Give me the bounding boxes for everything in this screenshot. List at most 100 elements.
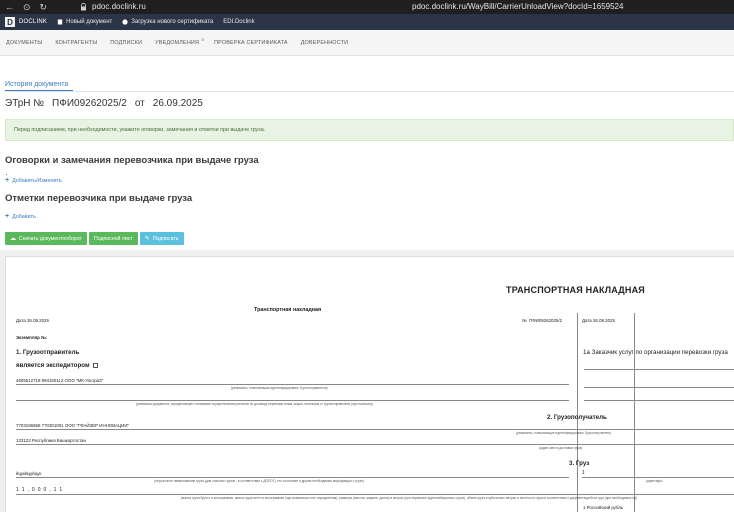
doc-cargo-name: йцукйцуйцук <box>16 471 42 476</box>
doc-line <box>584 369 734 370</box>
doc-caption-address: (адрес места доставки груза) <box>539 446 583 450</box>
doc-big-title: ТРАНСПОРТНАЯ НАКЛАДНАЯ <box>506 285 645 295</box>
menu-item-documents[interactable]: ДОКУМЕНТЫ <box>6 40 42 46</box>
doc-address: 123123 Республика Башкортостан <box>16 438 86 443</box>
doc-section-3-value: 1 <box>582 470 585 476</box>
menu-item-powers-of-attorney[interactable]: ДОВЕРЕННОСТИ <box>301 40 349 46</box>
sign-sheet-label: Подписной лист <box>93 235 133 242</box>
reload-icon[interactable]: ↻ <box>40 0 48 14</box>
doc-line <box>584 400 734 401</box>
doc-vertical-divider <box>577 313 578 512</box>
sign-label: Подписать <box>152 235 179 242</box>
doc-forwarder: является экспедитором <box>16 362 98 369</box>
plus-icon: + <box>5 177 10 184</box>
action-buttons: ☁ Скачать документооборот Подписной лист… <box>5 232 184 245</box>
doc-date-label: Дата <box>16 318 26 323</box>
doc-type: ЭТрН № <box>5 98 45 109</box>
doc-cargo-counts: 1 1 , 0 0 0 , 1 1 <box>16 487 63 493</box>
doc-date-right: Дата 26.09.2025 <box>582 318 615 323</box>
main-content: История документа ЭТрН № ПФИ09262025/2 о… <box>0 56 734 512</box>
app-name[interactable]: DOCLINK <box>19 19 47 25</box>
tab-history-underline <box>5 90 73 91</box>
doc-caption-consignee: (реквизиты, позволяющие идентифицировать… <box>516 431 611 435</box>
new-document-label: Новый документ <box>66 19 113 25</box>
edi-label: EDI.Doclink <box>223 19 255 25</box>
new-document-link[interactable]: Новый документ <box>57 19 112 25</box>
address-url[interactable]: pdoc.doclink.ru/WayBill/CarrierUnloadVie… <box>412 0 623 14</box>
doc-number-value: ПФИ09262025/2 <box>529 318 563 323</box>
doc-date: 26.09.2025 <box>152 98 203 109</box>
app-header: D DOCLINK Новый документ Загрузка нового… <box>0 14 734 30</box>
doc-vertical-divider-2 <box>634 313 635 512</box>
doc-line <box>16 444 734 445</box>
doc-caption-payment: (реквизиты документа, определяющего осно… <box>136 402 373 406</box>
doc-caption-weight: (масса груза брутто в килограммах, масса… <box>181 496 637 500</box>
doclink-logo[interactable]: D <box>5 17 15 27</box>
document-preview: ТРАНСПОРТНАЯ НАКЛАДНАЯ Транспортная накл… <box>0 250 734 512</box>
edi-link[interactable]: EDI.Doclink <box>223 19 254 25</box>
browser-toolbar: ← ⊙ ↻ pdoc.doclink.ru pdoc.doclink.ru/Wa… <box>0 0 734 14</box>
doc-line <box>16 400 569 401</box>
remarks-bullet <box>6 174 7 175</box>
doc-right-bottom: 1 Российский рубль <box>583 505 624 510</box>
doc-line <box>16 384 569 385</box>
menu-item-cert-check[interactable]: ПРОВЕРКА СЕРТИФИКАТА <box>214 40 288 46</box>
doc-shipper-line: 4605512718 994150112 ООО "МК-УльтраЗ" <box>16 378 104 383</box>
download-docflow-button[interactable]: ☁ Скачать документооборот <box>5 232 87 245</box>
doc-date: Дата 26.09.2025 <box>16 318 49 323</box>
menu-item-notifications[interactable]: УВЕДОМЛЕНИЯ 0 <box>155 37 204 46</box>
document-icon <box>57 19 63 25</box>
doc-date-right-value: 26.09.2025 <box>592 318 615 323</box>
address-host[interactable]: pdoc.doclink.ru <box>92 0 146 14</box>
doc-line <box>584 387 734 388</box>
doc-consignee-line: 7703166658 770301001 ООО "ГФАЙЗЕР ИННОВА… <box>16 423 130 428</box>
doc-line <box>16 429 734 430</box>
site-info-icon[interactable] <box>80 3 87 11</box>
forwarder-checkbox <box>92 362 98 368</box>
doc-line <box>16 477 569 478</box>
download-docflow-label: Скачать документооборот <box>19 235 82 242</box>
main-menu: ДОКУМЕНТЫ КОНТРАГЕНТЫ ПОДПИСКИ УВЕДОМЛЕН… <box>0 30 734 56</box>
cert-icon <box>122 19 128 25</box>
doc-from: от <box>134 98 145 109</box>
doc-mid-title: Транспортная накладная <box>254 307 322 313</box>
pen-icon: ✎ <box>144 236 150 242</box>
menu-item-contractors[interactable]: КОНТРАГЕНТЫ <box>55 40 97 46</box>
add-marks-label: Добавить <box>12 213 36 220</box>
tabs-divider <box>5 91 734 92</box>
menu-item-subscriptions[interactable]: ПОДПИСКИ <box>110 40 142 46</box>
upload-cert-link[interactable]: Загрузка нового сертификата <box>122 19 213 25</box>
tab-history[interactable]: История документа <box>5 81 68 88</box>
menu-item-notifications-label: УВЕДОМЛЕНИЯ <box>155 39 200 46</box>
doc-line <box>582 477 734 478</box>
add-marks-link[interactable]: + Добавить <box>5 213 36 220</box>
doc-section-2: 2. Грузополучатель <box>547 414 607 421</box>
page-title: ЭТрН № ПФИ09262025/2 от 26.09.2025 <box>5 98 203 109</box>
doc-number-label: № <box>522 318 527 323</box>
doc-line <box>16 494 734 495</box>
section-remarks-title: Оговорки и замечания перевозчика при выд… <box>5 155 259 166</box>
doc-caption-cargo: (отгрузочное наименование груза (для опа… <box>154 479 365 483</box>
doc-copy-no: Экземпляр №: <box>16 335 48 340</box>
sign-button[interactable]: ✎ Подписать <box>139 232 184 245</box>
doc-number: № ПФИ09262025/2 <box>522 318 562 323</box>
cloud-download-icon: ☁ <box>10 236 16 242</box>
doc-section-3: 3. Груз <box>569 460 590 467</box>
sign-sheet-button[interactable]: Подписной лист <box>88 232 138 245</box>
back-icon[interactable]: ← <box>5 0 14 14</box>
upload-cert-label: Загрузка нового сертификата <box>131 19 214 25</box>
doc-forwarder-label: является экспедитором <box>16 362 90 369</box>
add-edit-remarks-label: Добавить/Изменить <box>12 177 62 184</box>
info-alert: Перед подписанием, при необходимости, ук… <box>5 119 734 141</box>
doc-section-1: 1. Грузоотправитель <box>16 349 80 356</box>
doc-section-1a: 1а Заказчик услуг по организации перевоз… <box>583 349 728 356</box>
plus-icon: + <box>5 213 10 220</box>
forward-icon[interactable]: ⊙ <box>23 0 31 14</box>
doc-caption-right: (идентифи... <box>646 479 665 483</box>
doc-date-value: 26.09.2025 <box>26 318 49 323</box>
doc-date-right-label: Дата <box>582 318 592 323</box>
notifications-badge: 0 <box>201 36 205 42</box>
section-marks-title: Отметки перевозчика при выдаче груза <box>5 193 193 204</box>
doc-caption-requisites: (реквизиты, позволяющие идентифицировать… <box>231 386 328 390</box>
add-edit-remarks-link[interactable]: + Добавить/Изменить <box>5 177 62 184</box>
